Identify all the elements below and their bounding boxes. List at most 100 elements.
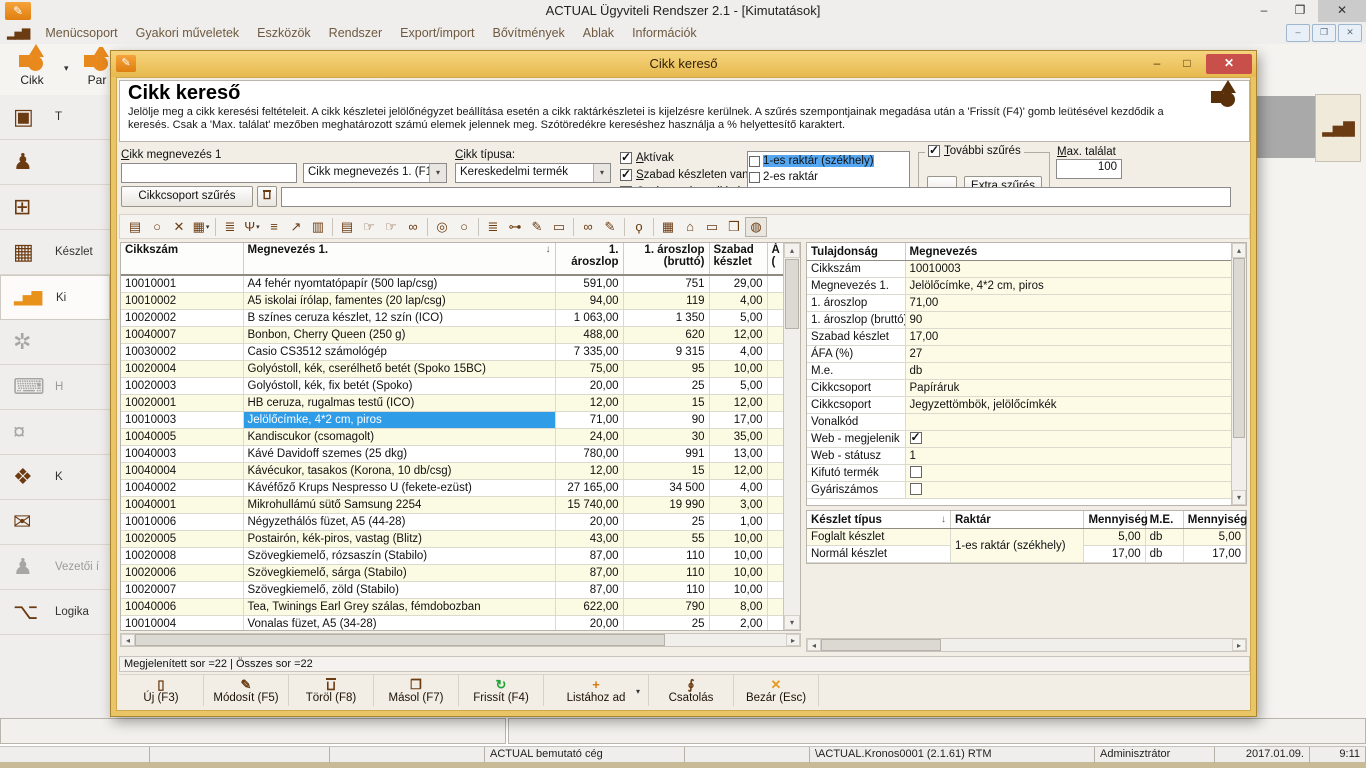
edit-button[interactable]: ✎Módosít (F5) [204,675,289,706]
scroll-down-icon[interactable]: ▾ [1232,490,1246,505]
partner-button[interactable]: Par [82,47,112,92]
menu-item-gyakori-műveletek[interactable]: Gyakori műveletek [127,26,249,40]
warehouse-item-2-es-raktár[interactable]: 2-es raktár [749,169,908,185]
key-icon[interactable]: ϙ [628,217,650,237]
col-aroszlop[interactable]: 1. ároszlop [555,243,623,275]
clipboard-list-icon[interactable]: ≣ [482,217,504,237]
chevron-down-icon[interactable]: ▾ [593,164,610,182]
group-filter-button[interactable]: Cikkcsoport szűrés [121,186,253,207]
property-row[interactable]: 1. ároszlop71,00 [807,295,1232,312]
col-afa-partial[interactable]: Á ( [767,243,784,275]
eyes-icon[interactable]: ∞ [577,217,599,237]
table-row[interactable]: 10020006Szövegkiemelő, sárga (Stabilo)87… [121,565,784,582]
mdi-restore-button[interactable]: ❐ [1312,24,1336,42]
table-row[interactable]: 10010003Jelölőcímke, 4*2 cm, piros71,009… [121,412,784,429]
type-select[interactable]: Kereskedelmi termék ▾ [455,163,611,183]
chevron-down-icon[interactable]: ▾ [636,687,640,696]
property-row[interactable]: 1. ároszlop (bruttó)90 [807,312,1232,329]
trash-icon[interactable]: ⊔ [257,186,277,207]
col-cikkszam[interactable]: Cikkszám [121,243,243,275]
menu-item-bővítmények[interactable]: Bővítmények [484,26,574,40]
cikk-button[interactable]: Cikk ▾ [6,47,58,92]
sidebar-item-gears[interactable]: ✲ [0,320,110,365]
name-filter-input[interactable] [121,163,297,183]
table-row[interactable]: 10010006Négyzethálós füzet, A5 (44-28)20… [121,514,784,531]
table-row[interactable]: 10010004Vonalas füzet, A5 (34-28)20,0025… [121,616,784,632]
new-page-button[interactable]: ▯Új (F3) [119,675,204,706]
scroll-up-icon[interactable]: ▴ [784,243,800,258]
add-to-list-button[interactable]: +Listához ad▾ [544,675,649,706]
menu-item-ablak[interactable]: Ablak [574,26,623,40]
mdi-close-button[interactable]: ✕ [1338,24,1362,42]
col-mennyiseg2[interactable]: Mennyiség [1183,511,1245,529]
close-x-button[interactable]: ✕Bezár (Esc) [734,675,819,706]
table-row[interactable]: 10020002B színes ceruza készlet, 12 szín… [121,310,784,327]
clear-x-icon[interactable]: ✕ [168,217,190,237]
globe-icon[interactable]: ◍ [745,217,767,237]
checkbox-unchecked-icon[interactable] [749,172,760,183]
checkbox-checked-icon[interactable] [910,432,922,444]
table-row[interactable]: 10040002Kávéfőző Krups Nespresso U (feke… [121,480,784,497]
sidebar-item-money[interactable]: ¤ [0,410,110,455]
property-row[interactable]: Cikkszám10010003 [807,261,1232,278]
sidebar-item-courier[interactable]: ♟ [0,140,110,185]
filter-checkbox-aktívak[interactable]: Aktívak [620,152,749,164]
menu-item-eszközök[interactable]: Eszközök [248,26,320,40]
checkbox-unchecked-icon[interactable] [749,156,760,167]
property-row[interactable]: Web - megjelenik [807,431,1232,448]
scrollbar-thumb[interactable] [1233,258,1245,438]
dialog-titlebar[interactable]: ✎ Cikk kereső – □ ✕ [111,51,1256,77]
warehouse-item-1-es-raktár-székhely[interactable]: 1-es raktár (székhely) [749,153,908,169]
group-filter-input[interactable] [281,187,1231,207]
scrollbar-thumb[interactable] [785,259,799,329]
card-icon[interactable]: ▭ [548,217,570,237]
scroll-left-icon[interactable]: ◂ [807,639,821,651]
property-row[interactable]: Szabad készlet17,00 [807,329,1232,346]
pencil-icon[interactable]: ✎ [526,217,548,237]
trash-button[interactable]: ⊔Töröl (F8) [289,675,374,706]
menu-item-információk[interactable]: Információk [623,26,706,40]
minimize-button[interactable]: – [1246,0,1282,22]
sidebar-item-envelope[interactable]: ✉ [0,500,110,545]
chart-line-icon[interactable]: ↗ [285,217,307,237]
checkbox-checked-icon[interactable] [620,152,632,164]
new-note-icon[interactable]: ≣ [219,217,241,237]
table-layout-icon[interactable]: ▦▾ [190,217,212,237]
checkbox-unchecked-icon[interactable] [910,483,922,495]
table-row[interactable]: 10040005Kandiscukor (csomagolt)24,003035… [121,429,784,446]
scrollbar-thumb[interactable] [821,639,941,651]
menu-item-rendszer[interactable]: Rendszer [320,26,392,40]
field-select[interactable]: Cikk megnevezés 1. (F11) ▾ [303,163,447,183]
table-row[interactable]: 10020007Szövegkiemelő, zöld (Stabilo)87,… [121,582,784,599]
paperclip-button[interactable]: ∮Csatolás [649,675,734,706]
dialog-minimize-button[interactable]: – [1142,54,1172,74]
hierarchy-icon[interactable]: ◎ [431,217,453,237]
search2-icon[interactable]: ○ [453,217,475,237]
table-row[interactable]: 10020001HB ceruza, rugalmas testű (ICO)1… [121,395,784,412]
col-szabad-keszlet[interactable]: Szabad készlet [709,243,767,275]
sidebar-item-safe[interactable]: ▣T [0,95,110,140]
col-megnevezes[interactable]: Megnevezés [905,243,1232,261]
card-pay-icon[interactable]: ▭ [701,217,723,237]
property-row[interactable]: ÁFA (%)27 [807,346,1232,363]
sidebar-item-manager-person[interactable]: ♟Vezetői í [0,545,110,590]
stock-row[interactable]: Foglalt készlet1-es raktár (székhely)5,0… [807,529,1246,546]
table-row[interactable]: 10040006Tea, Twinings Earl Grey szálas, … [121,599,784,616]
property-row[interactable]: CikkcsoportJegyzettömbök, jelölőcímkék [807,397,1232,414]
col-me[interactable]: M.E. [1145,511,1183,529]
link-icon[interactable]: ⊶ [504,217,526,237]
col-aroszlop-brutto[interactable]: 1. ároszlop (bruttó) [623,243,709,275]
scroll-up-icon[interactable]: ▴ [1232,243,1246,258]
sidebar-item-cart[interactable]: ⊞ [0,185,110,230]
table-row[interactable]: 10020004Golyóstoll, kék, cserélhető beté… [121,361,784,378]
table-row[interactable]: 10020003Golyóstoll, kék, fix betét (Spok… [121,378,784,395]
menu-item-export-import[interactable]: Export/import [391,26,483,40]
chevron-down-icon[interactable]: ▾ [256,223,260,231]
table-row[interactable]: 10040007Bonbon, Cherry Queen (250 g)488,… [121,327,784,344]
copy-stack-icon[interactable]: ❒ [723,217,745,237]
table-row[interactable]: 10040001Mikrohullámú sütő Samsung 225415… [121,497,784,514]
checkbox-unchecked-icon[interactable] [910,466,922,478]
checkbox-checked-icon[interactable] [620,169,632,181]
property-row[interactable]: M.e.db [807,363,1232,380]
sidebar-item-stock-grid[interactable]: ▦Készlet [0,230,110,275]
